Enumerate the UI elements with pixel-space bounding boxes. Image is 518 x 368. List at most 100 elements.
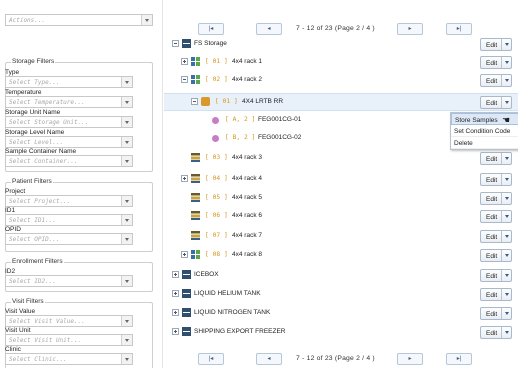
tree-row[interactable]: LIQUID NITROGEN TANK Edit xyxy=(164,305,518,323)
visit-unit-label: Visit Unit xyxy=(5,327,31,334)
storage-unit-select[interactable]: Select Storage Unit... xyxy=(5,116,133,128)
tree-row-code: [ 04 ] xyxy=(205,175,228,182)
chevron-down-icon[interactable] xyxy=(501,231,511,242)
actions-combo[interactable]: Actions... xyxy=(5,14,153,26)
expand-icon[interactable] xyxy=(172,290,179,297)
type-select[interactable]: Select Type... xyxy=(5,76,133,88)
sample-container-placeholder: Select Container... xyxy=(9,157,78,165)
first-page-button[interactable]: |◂ xyxy=(198,23,224,35)
edit-button[interactable]: Edit xyxy=(480,307,512,320)
chevron-down-icon[interactable] xyxy=(121,234,132,244)
edit-button[interactable]: Edit xyxy=(480,96,512,109)
storage-tree-panel: |◂ ◂ 7 - 12 of 23 (Page 2 / 4 ) ▸ ▸| FS … xyxy=(164,0,518,368)
tree-row-code: [ 02 ] xyxy=(205,76,228,83)
tree-row[interactable]: [ 03 ] 4x4 rack 3 Edit xyxy=(164,150,518,168)
last-page-button[interactable]: ▸| xyxy=(446,353,472,365)
chevron-down-icon[interactable] xyxy=(121,117,132,127)
expand-icon[interactable] xyxy=(181,175,188,182)
expand-icon[interactable] xyxy=(172,309,179,316)
collapse-icon[interactable] xyxy=(191,98,198,105)
tree-row-label: FS Storage xyxy=(194,40,227,47)
edit-button[interactable]: Edit xyxy=(480,173,512,186)
chevron-down-icon[interactable] xyxy=(121,316,132,326)
edit-button[interactable]: Edit xyxy=(480,152,512,165)
chevron-down-icon[interactable] xyxy=(501,250,511,261)
id2-label: ID2 xyxy=(5,268,16,275)
collapse-icon[interactable] xyxy=(181,76,188,83)
tree-row-label: 4x4 rack 7 xyxy=(232,232,262,239)
chevron-down-icon[interactable] xyxy=(121,137,132,147)
edit-button[interactable]: Edit xyxy=(480,249,512,262)
temperature-select[interactable]: Select Temperature... xyxy=(5,96,133,108)
visit-unit-select[interactable]: Select Visit Unit... xyxy=(5,334,133,346)
tree-row[interactable]: [ 05 ] 4x4 rack 5 Edit xyxy=(164,190,518,208)
edit-button[interactable]: Edit xyxy=(480,192,512,205)
opid-select[interactable]: Select OPID... xyxy=(5,233,133,245)
tree-row[interactable]: LIQUID HELIUM TANK Edit xyxy=(164,286,518,304)
chevron-down-icon[interactable] xyxy=(141,15,152,25)
last-page-button[interactable]: ▸| xyxy=(446,23,472,35)
chevron-down-icon[interactable] xyxy=(501,174,511,185)
visit-value-select[interactable]: Select Visit Value... xyxy=(5,315,133,327)
prev-page-button[interactable]: ◂ xyxy=(256,353,282,365)
prev-page-button[interactable]: ◂ xyxy=(256,23,282,35)
id2-select[interactable]: Select ID2... xyxy=(5,275,133,287)
tree-row-label: 4x4 rack 8 xyxy=(232,251,262,258)
edit-button[interactable]: Edit xyxy=(480,38,512,51)
chevron-down-icon[interactable] xyxy=(501,57,511,68)
tree-row[interactable]: [ 02 ] 4x4 rack 2 Edit xyxy=(164,72,518,90)
menu-item-store-samples[interactable]: Store Samples ☚ xyxy=(451,113,518,125)
tree-row[interactable]: ICEBOX Edit xyxy=(164,267,518,285)
next-page-button[interactable]: ▸ xyxy=(397,353,423,365)
tree-row[interactable]: [ 01 ] 4x4 rack 1 Edit xyxy=(164,54,518,72)
edit-button[interactable]: Edit xyxy=(480,326,512,339)
tree-row-selected[interactable]: [ 01 ] 4X4 LRTB RR Edit xyxy=(164,93,518,111)
tree-row[interactable]: [ 06 ] 4x4 rack 6 Edit xyxy=(164,208,518,226)
chevron-down-icon[interactable] xyxy=(121,354,132,364)
clinic-select[interactable]: Select Clinic... xyxy=(5,353,133,365)
chevron-down-icon[interactable] xyxy=(121,77,132,87)
chevron-down-icon[interactable] xyxy=(121,156,132,166)
storage-level-select[interactable]: Select Level... xyxy=(5,136,133,148)
tree-row[interactable]: SHIPPING EXPORT FREEZER Edit xyxy=(164,324,518,342)
first-page-button[interactable]: |◂ xyxy=(198,353,224,365)
edit-button[interactable]: Edit xyxy=(480,74,512,87)
menu-item-delete[interactable]: Delete xyxy=(451,137,518,149)
next-page-button[interactable]: ▸ xyxy=(397,23,423,35)
chevron-down-icon[interactable] xyxy=(501,289,511,300)
tree-row[interactable]: FS Storage Edit xyxy=(164,36,518,54)
chevron-down-icon[interactable] xyxy=(501,211,511,222)
chevron-down-icon[interactable] xyxy=(121,335,132,345)
id1-select[interactable]: Select ID1... xyxy=(5,214,133,226)
chevron-down-icon[interactable] xyxy=(501,308,511,319)
tree-row[interactable]: [ 04 ] 4x4 rack 4 Edit xyxy=(164,171,518,189)
grid-icon xyxy=(191,250,200,259)
chevron-down-icon[interactable] xyxy=(501,327,511,338)
chevron-down-icon[interactable] xyxy=(501,153,511,164)
chevron-down-icon[interactable] xyxy=(121,97,132,107)
expand-icon[interactable] xyxy=(181,251,188,258)
chevron-down-icon[interactable] xyxy=(501,75,511,86)
collapse-icon[interactable] xyxy=(172,40,179,47)
edit-button[interactable]: Edit xyxy=(480,210,512,223)
tree-row[interactable]: [ 07 ] 4x4 rack 7 Edit xyxy=(164,228,518,246)
edit-button[interactable]: Edit xyxy=(480,56,512,69)
sample-container-select[interactable]: Select Container... xyxy=(5,155,133,167)
menu-item-set-condition-code[interactable]: Set Condition Code xyxy=(451,125,518,137)
tree-row[interactable]: [ 08 ] 4x4 rack 8 Edit xyxy=(164,247,518,265)
expand-icon[interactable] xyxy=(172,328,179,335)
project-select[interactable]: Select Project... xyxy=(5,195,133,207)
expand-icon[interactable] xyxy=(181,58,188,65)
edit-button[interactable]: Edit xyxy=(480,288,512,301)
chevron-down-icon[interactable] xyxy=(501,97,511,108)
chevron-down-icon[interactable] xyxy=(501,270,511,281)
edit-button[interactable]: Edit xyxy=(480,230,512,243)
edit-button[interactable]: Edit xyxy=(480,269,512,282)
chevron-down-icon[interactable] xyxy=(121,215,132,225)
expand-icon[interactable] xyxy=(172,271,179,278)
chevron-down-icon[interactable] xyxy=(501,39,511,50)
chevron-down-icon[interactable] xyxy=(121,196,132,206)
chevron-down-icon[interactable] xyxy=(501,193,511,204)
chevron-down-icon[interactable] xyxy=(121,276,132,286)
edit-label: Edit xyxy=(486,233,498,241)
